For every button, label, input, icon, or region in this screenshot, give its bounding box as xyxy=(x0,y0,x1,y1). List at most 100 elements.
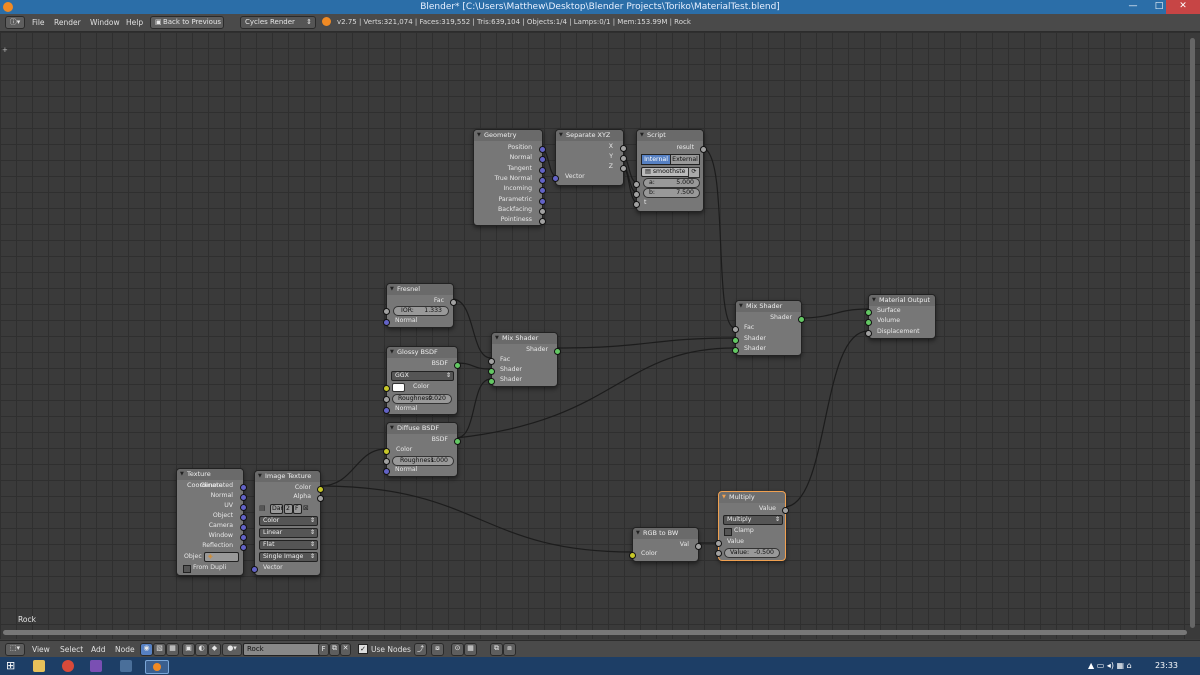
socket-normal[interactable] xyxy=(539,156,546,163)
rgb-to-bw-node[interactable]: ▼ RGB to BW Val Color xyxy=(629,527,702,562)
rgb-to-bw-header[interactable]: ▼ RGB to BW xyxy=(633,528,698,539)
socket-b[interactable] xyxy=(633,191,640,198)
minimize-button[interactable]: — xyxy=(1122,0,1144,14)
collapse-triangle-icon[interactable]: ▼ xyxy=(180,469,184,480)
tray-icons[interactable]: ▲ ▭ ◂) ▦ ⌂ xyxy=(1088,661,1132,670)
collapse-triangle-icon[interactable]: ▼ xyxy=(390,284,394,295)
menu-window[interactable]: Window xyxy=(90,18,120,27)
mode-external-toggle[interactable]: External xyxy=(670,154,700,165)
socket-shader-2-in[interactable] xyxy=(488,378,495,385)
distribution-dropdown[interactable]: GGX ⇕ xyxy=(391,371,454,381)
interpolation-dropdown[interactable]: Linear ⇕ xyxy=(259,528,318,538)
material-name-field[interactable]: Rock xyxy=(243,643,321,656)
collapse-triangle-icon[interactable]: ▼ xyxy=(640,130,644,141)
menu-help[interactable]: Help xyxy=(126,18,143,27)
linestyle-shader-icon[interactable]: ◆ xyxy=(208,643,221,656)
collapse-triangle-icon[interactable]: ▼ xyxy=(495,333,499,344)
mix-shader-node-1[interactable]: ▼ Mix Shader Shader Fac Shader Shader xyxy=(488,332,561,387)
collapse-triangle-icon[interactable]: ▼ xyxy=(722,492,726,503)
script-node[interactable]: ▼ Script result Internal External ▤ smoot… xyxy=(633,129,707,212)
material-unlink-icon[interactable]: ✕ xyxy=(340,643,351,656)
backdrop-icon[interactable]: ⧇ xyxy=(431,643,444,656)
socket-vector-in[interactable] xyxy=(251,566,258,573)
socket-y[interactable] xyxy=(620,155,627,162)
socket-bsdf-out[interactable] xyxy=(454,362,461,369)
socket-position[interactable] xyxy=(539,146,546,153)
socket-shader-1-in[interactable] xyxy=(488,368,495,375)
socket-result[interactable] xyxy=(700,146,707,153)
editor-type-info-icon[interactable]: ⓘ▾ xyxy=(5,16,25,29)
blender-taskbar-icon[interactable] xyxy=(145,660,169,674)
socket-normal-in[interactable] xyxy=(383,319,390,326)
menu-select[interactable]: Select xyxy=(60,645,83,654)
socket-ior[interactable] xyxy=(383,308,390,315)
close-button[interactable]: ✕ xyxy=(1166,0,1200,14)
fresnel-node[interactable]: ▼ Fresnel Fac IOR: 1.333 Normal xyxy=(383,283,457,328)
editor-type-node-icon[interactable]: ⬚▾ xyxy=(5,643,25,656)
file-explorer-icon[interactable] xyxy=(33,660,45,672)
socket-t[interactable] xyxy=(633,201,640,208)
socket-parametric[interactable] xyxy=(539,198,546,205)
socket-shader-1-in[interactable] xyxy=(732,337,739,344)
socket-camera[interactable] xyxy=(240,524,247,531)
mix-shader-1-header[interactable]: ▼ Mix Shader xyxy=(492,333,557,344)
operation-dropdown[interactable]: Multiply ⇕ xyxy=(723,515,783,525)
socket-pointiness[interactable] xyxy=(539,218,546,225)
socket-normal-in[interactable] xyxy=(383,407,390,414)
material-output-header[interactable]: ▼ Material Output xyxy=(869,295,935,306)
go-to-parent-icon[interactable]: ⤴ xyxy=(414,643,427,656)
chrome-icon[interactable] xyxy=(62,660,74,672)
socket-uv[interactable] xyxy=(240,504,247,511)
separate-xyz-header[interactable]: ▼ Separate XYZ xyxy=(556,130,623,141)
separate-xyz-node[interactable]: ▼ Separate XYZ X Y Z Vector xyxy=(552,129,627,186)
socket-color-out[interactable] xyxy=(317,486,324,493)
socket-shader-out[interactable] xyxy=(798,316,805,323)
image-name-field[interactable]: Dar xyxy=(270,504,283,514)
input-b-field[interactable]: b: 7.500 xyxy=(643,188,700,198)
socket-fac-in[interactable] xyxy=(488,358,495,365)
collapse-triangle-icon[interactable]: ▼ xyxy=(739,301,743,312)
visual-studio-icon[interactable] xyxy=(90,660,102,672)
collapse-triangle-icon[interactable]: ▼ xyxy=(390,347,394,358)
socket-window[interactable] xyxy=(240,534,247,541)
value-field[interactable]: Value: -0.500 xyxy=(724,548,780,558)
socket-a[interactable] xyxy=(633,181,640,188)
clamp-checkbox[interactable] xyxy=(724,528,732,536)
menu-file[interactable]: File xyxy=(32,18,45,27)
texture-coordinate-header[interactable]: ▼ Texture Coordinate xyxy=(177,469,243,489)
collapse-triangle-icon[interactable]: ▼ xyxy=(636,528,640,539)
mix-shader-2-header[interactable]: ▼ Mix Shader xyxy=(736,301,801,312)
script-node-header[interactable]: ▼ Script xyxy=(637,130,703,141)
socket-value-1-in[interactable] xyxy=(715,540,722,547)
object-selector[interactable]: ◈ xyxy=(204,552,239,562)
socket-value-out[interactable] xyxy=(782,507,789,514)
socket-shader-out[interactable] xyxy=(554,348,561,355)
socket-color-in[interactable] xyxy=(383,385,390,392)
socket-color-in[interactable] xyxy=(629,552,636,559)
socket-val-out[interactable] xyxy=(695,543,702,550)
vertical-scrollbar[interactable] xyxy=(1190,38,1195,628)
socket-z[interactable] xyxy=(620,165,627,172)
image-texture-node[interactable]: ▼ Image Texture Color Alpha ▤ Dar 2 F ⊠ C… xyxy=(251,470,324,576)
horizontal-scrollbar[interactable] xyxy=(3,630,1187,635)
image-users-count[interactable]: 2 xyxy=(284,504,293,514)
fake-user-button[interactable]: F xyxy=(293,504,302,514)
snap-icon[interactable]: ⊙ xyxy=(451,643,464,656)
socket-roughness-in[interactable] xyxy=(383,458,390,465)
windows-start-icon[interactable]: ⊞ xyxy=(6,660,18,672)
geometry-node[interactable]: ▼ Geometry Position Normal Tangent True N… xyxy=(473,129,546,226)
collapse-triangle-icon[interactable]: ▼ xyxy=(390,423,394,434)
color-space-dropdown[interactable]: Color ⇕ xyxy=(259,516,318,526)
input-a-field[interactable]: a: 5.000 xyxy=(643,178,700,188)
roughness-field[interactable]: Roughness: 1.000 xyxy=(392,456,454,466)
socket-fac-out[interactable] xyxy=(450,299,457,306)
source-dropdown[interactable]: Single Image ⇕ xyxy=(259,552,318,562)
socket-true-normal[interactable] xyxy=(539,177,546,184)
geometry-node-header[interactable]: ▼ Geometry xyxy=(474,130,542,141)
collapse-triangle-icon[interactable]: ▼ xyxy=(477,130,481,141)
color-swatch[interactable] xyxy=(392,383,405,392)
script-text-selector[interactable]: ▤ smoothste xyxy=(641,167,691,177)
from-dupli-checkbox[interactable] xyxy=(183,565,191,573)
socket-displacement-in[interactable] xyxy=(865,330,872,337)
mix-shader-node-2[interactable]: ▼ Mix Shader Shader Fac Shader Shader xyxy=(732,300,805,356)
